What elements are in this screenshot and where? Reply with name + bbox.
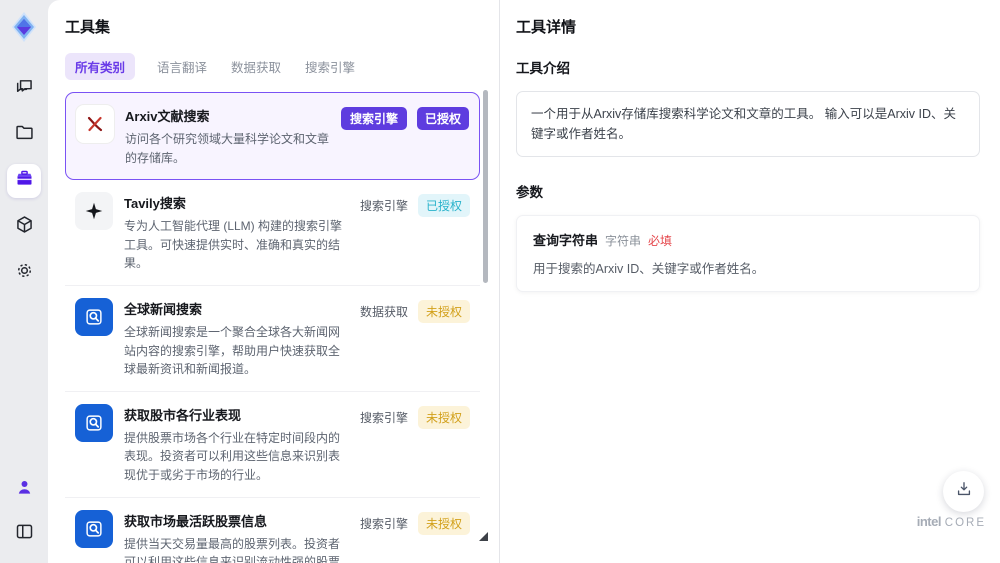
tab-3[interactable]: 搜索引擎: [303, 53, 357, 80]
param-description: 用于搜索的Arxiv ID、关键字或作者姓名。: [533, 262, 765, 276]
param-type: 字符串: [605, 234, 642, 248]
tool-description: 提供当天交易量最高的股票列表。投资者可以利用这些信息来识别流动性强的股票和潜在的…: [124, 536, 341, 563]
param-name: 查询字符串: [533, 233, 599, 248]
chat-icon: [14, 76, 35, 102]
app-logo-icon: [7, 10, 41, 44]
tool-detail-panel: 工具详情 工具介绍 一个用于从Arxiv存储库搜索科学论文和文章的工具。 输入可…: [500, 0, 1000, 563]
tab-0[interactable]: 所有类别: [65, 53, 136, 80]
sidebar-item-files[interactable]: [7, 118, 41, 152]
parameter-card: 查询字符串 字符串 必填 用于搜索的Arxiv ID、关键字或作者姓名。: [516, 215, 980, 292]
user-icon: [14, 477, 35, 503]
tool-description: 访问各个研究领域大量科学论文和文章的存储库。: [125, 132, 330, 165]
tool-name: Arxiv文献搜索: [125, 109, 210, 124]
tool-card[interactable]: Tavily搜索 专为人工智能代理 (LLM) 构建的搜索引擎工具。可快速提供实…: [65, 180, 480, 286]
tool-card[interactable]: 获取市场最活跃股票信息 提供当天交易量最高的股票列表。投资者可以利用这些信息来识…: [65, 497, 480, 563]
left-sidebar: [0, 0, 48, 563]
intel-core-logo: intel CORE: [916, 514, 986, 529]
sidebar-item-user[interactable]: [7, 473, 41, 507]
tool-description: 全球新闻搜索是一个聚合全球各大新闻网站内容的搜索引擎，帮助用户快速获取全球最新资…: [124, 324, 341, 377]
news-search-icon: [75, 403, 113, 442]
category-tabs: 所有类别 语言翻译 数据获取 搜索引擎: [65, 53, 499, 80]
tool-card[interactable]: 获取股市各行业表现 提供股票市场各个行业在特定时间段内的表现。投资者可以利用这些…: [65, 391, 480, 498]
tool-status-badge: 已授权: [416, 107, 469, 130]
page-title: 工具集: [65, 19, 111, 36]
params-heading: 参数: [516, 185, 543, 200]
sidebar-item-panel-toggle[interactable]: [7, 517, 41, 551]
sidebar-item-settings[interactable]: [7, 256, 41, 290]
sidebar-item-packages[interactable]: [7, 210, 41, 244]
tool-category-badge: 搜索引擎: [359, 516, 408, 531]
detail-title: 工具详情: [516, 19, 577, 36]
tool-name: 全球新闻搜索: [124, 301, 203, 317]
param-required-badge: 必填: [648, 234, 673, 248]
sidebar-item-tools[interactable]: [7, 164, 41, 198]
tool-category-badge: 搜索引擎: [359, 199, 408, 214]
tool-card[interactable]: 全球新闻搜索 全球新闻搜索是一个聚合全球各大新闻网站内容的搜索引擎，帮助用户快速…: [65, 285, 480, 392]
tool-name: 获取股市各行业表现: [124, 407, 242, 423]
tool-description: 专为人工智能代理 (LLM) 构建的搜索引擎工具。可快速提供实时、准确和真实的结…: [124, 219, 343, 271]
tab-2[interactable]: 数据获取: [229, 53, 283, 80]
tool-status-badge: 未授权: [417, 405, 470, 429]
tab-1[interactable]: 语言翻译: [155, 53, 209, 80]
scroll-down-indicator: [479, 532, 488, 541]
tool-list-panel: 工具集 所有类别 语言翻译 数据获取 搜索引擎 Arxiv文献搜索 访问各个研究领域大…: [48, 0, 500, 563]
tool-card[interactable]: Arxiv文献搜索 访问各个研究领域大量科学论文和文章的存储库。 搜索引擎 已授…: [65, 92, 480, 181]
panel-toggle-icon: [14, 521, 35, 547]
package-icon: [14, 214, 35, 240]
tool-status-badge: 未授权: [417, 299, 470, 323]
tool-description: 提供股票市场各个行业在特定时间段内的表现。投资者可以利用这些信息来识别表现优于或…: [124, 430, 341, 482]
gear-icon: [14, 260, 35, 286]
params-list: 查询字符串 字符串 必填 用于搜索的Arxiv ID、关键字或作者姓名。: [516, 215, 980, 292]
tool-status-badge: 未授权: [417, 511, 470, 535]
tavily-icon: [75, 192, 113, 231]
folder-icon: [14, 122, 35, 148]
scrollbar-thumb[interactable]: [483, 90, 488, 283]
tool-list: Arxiv文献搜索 访问各个研究领域大量科学论文和文章的存储库。 搜索引擎 已授…: [65, 92, 480, 563]
tool-status-badge: 已授权: [417, 194, 470, 218]
tool-intro-text: 一个用于从Arxiv存储库搜索科学论文和文章的工具。 输入可以是Arxiv ID…: [516, 91, 980, 157]
tool-category-badge: 搜索引擎: [340, 107, 407, 130]
download-icon: [954, 479, 974, 504]
tool-name: 获取市场最活跃股票信息: [124, 513, 268, 529]
sidebar-item-chat[interactable]: [7, 72, 41, 106]
tool-name: Tavily搜索: [124, 196, 186, 212]
tool-category-badge: 数据获取: [359, 304, 408, 319]
app-window: 工具集 所有类别 语言翻译 数据获取 搜索引擎 Arxiv文献搜索 访问各个研究领域大…: [0, 0, 1000, 563]
tool-category-badge: 搜索引擎: [359, 410, 408, 425]
download-button[interactable]: [943, 471, 984, 512]
arxiv-icon: [76, 105, 114, 143]
news-search-icon: [75, 509, 113, 548]
toolbox-icon: [14, 168, 35, 194]
news-search-icon: [75, 297, 113, 336]
intro-heading: 工具介绍: [516, 61, 570, 76]
